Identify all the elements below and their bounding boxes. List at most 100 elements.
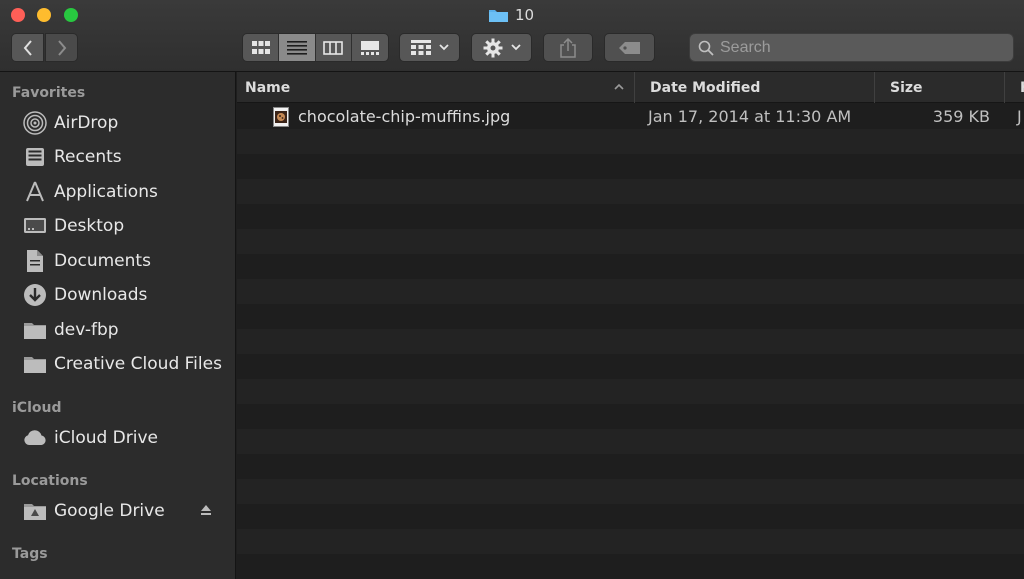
sidebar-item-label: Documents <box>54 251 151 271</box>
action-menu-button[interactable] <box>471 33 532 62</box>
sidebar-item-label: Downloads <box>54 285 148 305</box>
group-by-button[interactable] <box>399 33 460 62</box>
file-name: chocolate-chip-muffins.jpg <box>298 107 511 126</box>
sidebar-item-label: Recents <box>54 147 122 167</box>
empty-row <box>237 279 1024 304</box>
empty-row <box>237 229 1024 254</box>
chevron-down-icon <box>510 44 521 51</box>
empty-row <box>237 204 1024 229</box>
empty-row <box>237 304 1024 329</box>
empty-row <box>237 329 1024 354</box>
column-view-button[interactable] <box>316 34 352 61</box>
sidebar-item-label: dev-fbp <box>54 320 119 340</box>
search-field[interactable] <box>689 33 1014 62</box>
sidebar-item-label: iCloud Drive <box>54 428 159 448</box>
list-view-button[interactable] <box>279 34 316 61</box>
column-header-date-modified[interactable]: Date Modified <box>635 72 875 103</box>
close-window-button[interactable] <box>11 8 25 22</box>
folder-icon <box>22 352 47 377</box>
sidebar-item-applications[interactable]: Applications <box>22 177 232 207</box>
list-icon <box>286 40 307 55</box>
airdrop-icon <box>22 111 47 136</box>
empty-row <box>237 179 1024 204</box>
sidebar-item-dev-fbp[interactable]: dev-fbp <box>22 315 232 345</box>
applications-icon <box>22 180 47 205</box>
window-title: 10 <box>488 5 534 25</box>
file-kind: J <box>1017 107 1022 126</box>
sidebar-item-desktop[interactable]: Desktop <box>22 211 232 241</box>
column-header-label: K <box>1020 80 1024 96</box>
sidebar-item-creative-cloud-files[interactable]: Creative Cloud Files <box>22 349 232 379</box>
sidebar-item-icloud-drive[interactable]: iCloud Drive <box>22 423 232 453</box>
sidebar-item-google-drive[interactable]: Google Drive <box>22 496 232 526</box>
chevron-down-icon <box>438 44 449 51</box>
empty-row <box>237 254 1024 279</box>
gallery-view-button[interactable] <box>352 34 388 61</box>
file-date-modified: Jan 17, 2014 at 11:30 AM <box>648 107 852 126</box>
column-header-label: Date Modified <box>650 79 761 96</box>
sidebar-item-label: AirDrop <box>54 113 119 133</box>
empty-row <box>237 354 1024 379</box>
gear-icon <box>483 38 502 57</box>
empty-row <box>237 529 1024 554</box>
column-header-name[interactable]: Name <box>237 72 635 103</box>
empty-row <box>237 129 1024 154</box>
sidebar-item-downloads[interactable]: Downloads <box>22 280 232 310</box>
empty-row <box>237 554 1024 579</box>
cloud-icon <box>22 426 47 451</box>
column-header-kind[interactable]: K <box>1005 72 1024 103</box>
locations-section-title: Locations <box>12 473 88 489</box>
tags-section-title: Tags <box>12 546 48 562</box>
back-button[interactable] <box>11 33 44 62</box>
maximize-window-button[interactable] <box>64 8 78 22</box>
chevron-right-icon <box>57 39 66 56</box>
icon-view-button[interactable] <box>243 34 280 61</box>
favorites-section-title: Favorites <box>12 85 86 101</box>
column-header-label: Name <box>245 79 291 96</box>
desktop-icon <box>22 214 47 239</box>
tags-button[interactable] <box>604 33 655 62</box>
empty-row <box>237 504 1024 529</box>
view-mode-selector <box>242 33 389 62</box>
empty-row <box>237 454 1024 479</box>
sidebar-item-label: Creative Cloud Files <box>54 354 222 374</box>
sidebar-item-documents[interactable]: Documents <box>22 246 232 276</box>
grid-icon <box>251 40 270 54</box>
chevron-left-icon <box>23 39 32 56</box>
column-header-label: Size <box>890 79 923 96</box>
minimize-window-button[interactable] <box>37 8 51 22</box>
sidebar: Favorites AirDrop Recents Applications D… <box>0 72 236 579</box>
eject-icon[interactable] <box>200 504 212 516</box>
sidebar-item-label: Applications <box>54 182 158 202</box>
column-header-row: Name Date Modified Size K <box>237 72 1024 103</box>
window-title-text: 10 <box>515 6 535 24</box>
arrange-icon <box>410 39 431 55</box>
empty-row <box>237 404 1024 429</box>
file-size: 359 KB <box>932 107 990 126</box>
search-input[interactable] <box>720 38 1000 57</box>
share-icon <box>560 37 576 58</box>
sidebar-item-label: Google Drive <box>54 501 165 521</box>
empty-row <box>237 479 1024 504</box>
empty-row <box>237 379 1024 404</box>
gallery-icon <box>360 40 379 55</box>
icloud-section-title: iCloud <box>12 400 62 416</box>
empty-row <box>237 429 1024 454</box>
columns-icon <box>323 40 343 55</box>
sidebar-item-airdrop[interactable]: AirDrop <box>22 108 232 138</box>
folder-icon <box>22 318 47 343</box>
search-icon <box>698 40 714 56</box>
image-file-icon <box>273 104 289 129</box>
column-header-size[interactable]: Size <box>875 72 1005 103</box>
file-list: Name Date Modified Size K chocolate-chip… <box>237 72 1024 579</box>
folder-icon <box>489 9 508 22</box>
table-row[interactable]: chocolate-chip-muffins.jpg Jan 17, 2014 … <box>237 104 1024 129</box>
chevron-up-icon <box>614 83 624 90</box>
forward-button[interactable] <box>45 33 78 62</box>
sidebar-item-label: Desktop <box>54 216 125 236</box>
downloads-icon <box>22 283 47 308</box>
tag-icon <box>618 41 640 54</box>
sidebar-item-recents[interactable]: Recents <box>22 142 232 172</box>
share-button[interactable] <box>543 33 593 62</box>
documents-icon <box>22 249 47 274</box>
